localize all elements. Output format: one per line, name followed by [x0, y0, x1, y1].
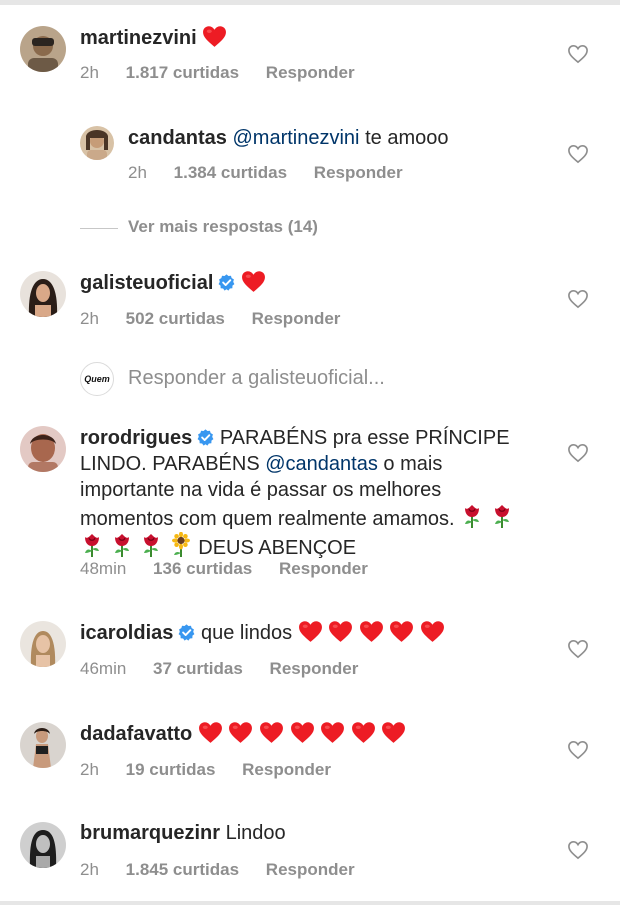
- reply-button[interactable]: Responder: [252, 309, 341, 328]
- comment-time: 46min: [80, 659, 127, 678]
- username[interactable]: dadafavatto: [80, 723, 192, 745]
- red-heart-emoji: [228, 721, 253, 744]
- rose-emoji: [490, 503, 514, 529]
- comment-line-dadafavatto: dadafavatto: [80, 721, 406, 747]
- likes-count[interactable]: 1.845 curtidas: [126, 860, 239, 879]
- reply-button[interactable]: Responder: [314, 163, 403, 182]
- likes-count[interactable]: 1.817 curtidas: [126, 63, 239, 82]
- username[interactable]: rorodrigues: [80, 427, 192, 449]
- more-replies-divider: [80, 228, 118, 229]
- comment-meta: 2h 1.384 curtidas Responder: [128, 162, 425, 184]
- likes-count[interactable]: 37 curtidas: [153, 659, 243, 678]
- comment-text-end: DEUS ABENÇOE: [198, 537, 357, 559]
- comment-meta: 2h 1.817 curtidas Responder: [80, 62, 377, 84]
- reply-input[interactable]: Responder a galisteuoficial...: [128, 367, 385, 390]
- comment-time: 2h: [80, 63, 99, 82]
- username[interactable]: icaroldias: [80, 622, 173, 644]
- reply-button[interactable]: Responder: [279, 559, 368, 578]
- red-heart-emoji: [241, 270, 266, 293]
- likes-count[interactable]: 19 curtidas: [126, 760, 216, 779]
- like-heart-icon[interactable]: [567, 443, 589, 463]
- like-heart-icon[interactable]: [567, 740, 589, 760]
- like-heart-icon[interactable]: [567, 639, 589, 659]
- comment-line-martinezvini: martinezvini: [80, 25, 227, 51]
- avatar-dadafavatto[interactable]: [20, 722, 66, 768]
- likes-count[interactable]: 502 curtidas: [126, 309, 225, 328]
- red-heart-emoji: [290, 721, 315, 744]
- comment-time: 48min: [80, 559, 127, 578]
- rose-emoji: [460, 503, 484, 529]
- avatar-brumarquezinr[interactable]: [20, 822, 66, 868]
- red-heart-emoji: [328, 620, 353, 643]
- avatar-rorodrigues[interactable]: [20, 426, 66, 472]
- red-heart-emoji: [351, 721, 376, 744]
- comment-rorodrigues: rorodrigues PARABÉNS pra esse PRÍNCIPE L…: [80, 425, 535, 561]
- comment-meta: 46min 37 curtidas Responder: [80, 658, 380, 680]
- red-heart-emoji: [259, 721, 284, 744]
- red-heart-emoji: [320, 721, 345, 744]
- comment-text: Lindoo: [225, 822, 286, 844]
- reply-button[interactable]: Responder: [270, 659, 359, 678]
- comment-meta: 2h 1.845 curtidas Responder: [80, 859, 377, 881]
- red-heart-emoji: [381, 721, 406, 744]
- mention-link[interactable]: @martinezvini: [233, 127, 360, 149]
- rose-emoji: [80, 532, 104, 558]
- like-heart-icon[interactable]: [567, 144, 589, 164]
- rose-emoji: [139, 532, 163, 558]
- comment-line-candantas: candantas @martinezvini te amooo: [128, 126, 448, 151]
- username[interactable]: martinezvini: [80, 27, 197, 49]
- verified-badge-icon: [197, 429, 214, 446]
- username[interactable]: brumarquezinr: [80, 822, 220, 844]
- rose-emoji: [110, 532, 134, 558]
- red-heart-emoji: [198, 721, 223, 744]
- mention-link[interactable]: @candantas: [265, 453, 378, 475]
- comment-meta: 48min 136 curtidas Responder: [80, 558, 390, 580]
- comment-time: 2h: [80, 760, 99, 779]
- view-more-replies-button[interactable]: Ver mais respostas (14): [128, 217, 318, 237]
- like-heart-icon[interactable]: [567, 840, 589, 860]
- reply-button[interactable]: Responder: [266, 63, 355, 82]
- avatar-candantas[interactable]: [80, 126, 114, 160]
- avatar-icaroldias[interactable]: [20, 621, 66, 667]
- reply-button[interactable]: Responder: [266, 860, 355, 879]
- comment-time: 2h: [80, 860, 99, 879]
- comment-time: 2h: [80, 309, 99, 328]
- comment-time: 2h: [128, 163, 147, 182]
- like-heart-icon[interactable]: [567, 289, 589, 309]
- like-heart-icon[interactable]: [567, 44, 589, 64]
- red-heart-emoji: [202, 25, 227, 48]
- avatar-text: Quem: [84, 374, 110, 384]
- red-heart-emoji: [420, 620, 445, 643]
- comment-line-galisteuoficial: galisteuoficial: [80, 270, 266, 296]
- comment-line-brumarquezinr: brumarquezinr Lindoo: [80, 821, 286, 846]
- comment-text: te amooo: [365, 127, 449, 149]
- sunflower-emoji: [169, 532, 193, 558]
- username[interactable]: galisteuoficial: [80, 272, 213, 294]
- comment-meta: 2h 19 curtidas Responder: [80, 759, 353, 781]
- red-heart-emoji: [389, 620, 414, 643]
- avatar-martinezvini[interactable]: [20, 26, 66, 72]
- comment-text: que lindos: [200, 622, 293, 644]
- reply-button[interactable]: Responder: [242, 760, 331, 779]
- current-user-avatar: Quem: [80, 362, 114, 396]
- avatar-galisteuoficial[interactable]: [20, 271, 66, 317]
- top-border: [0, 0, 620, 5]
- red-heart-emoji: [359, 620, 384, 643]
- likes-count[interactable]: 136 curtidas: [153, 559, 252, 578]
- username[interactable]: candantas: [128, 127, 227, 149]
- comment-meta: 2h 502 curtidas Responder: [80, 308, 362, 330]
- red-heart-emoji: [298, 620, 323, 643]
- likes-count[interactable]: 1.384 curtidas: [174, 163, 287, 182]
- verified-badge-icon: [218, 274, 235, 291]
- comment-line-icaroldias: icaroldias que lindos: [80, 620, 445, 646]
- bottom-border: [0, 901, 620, 905]
- verified-badge-icon: [178, 624, 195, 641]
